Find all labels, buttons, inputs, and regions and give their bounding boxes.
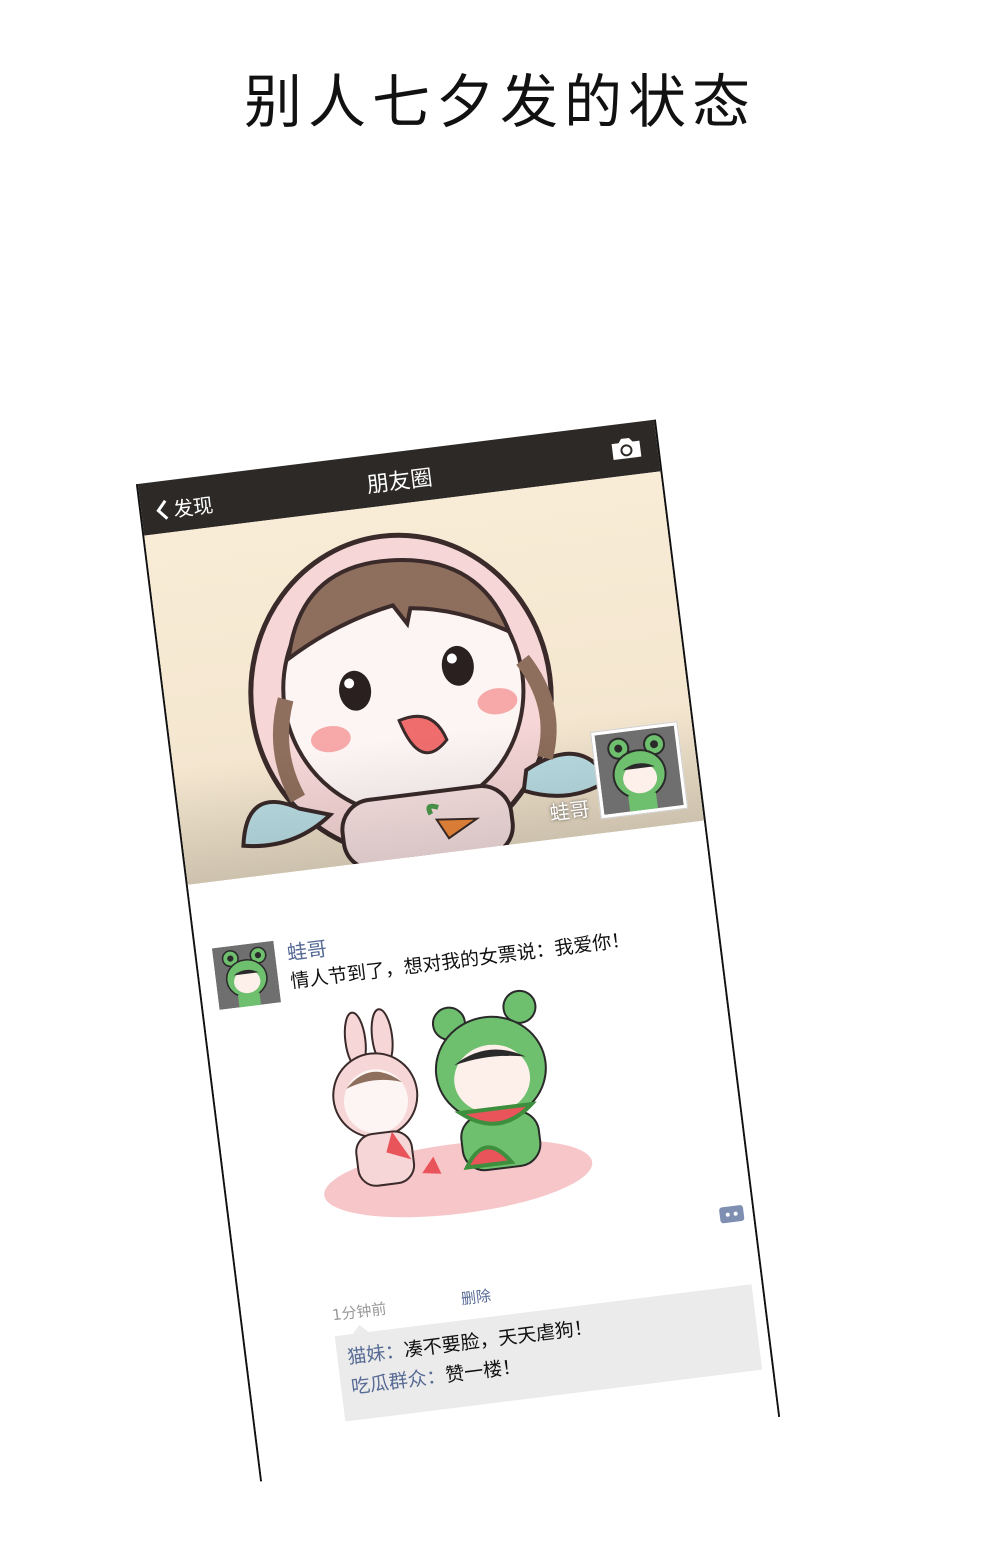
owner-name: 蛙哥 xyxy=(548,796,591,826)
cover-image[interactable]: 蛙哥 xyxy=(144,471,704,885)
comment-author[interactable]: 吃瓜群众： xyxy=(350,1365,447,1399)
moments-screen: 发现 朋友圈 蛙哥 蛙哥 情人节到了，想对我的女票说：我爱你！ 1分钟前 删除 … xyxy=(135,419,781,1482)
page-title: 别人七夕发的状态 xyxy=(243,68,756,136)
camera-icon[interactable] xyxy=(608,433,645,463)
post-avatar[interactable] xyxy=(211,940,282,1010)
post-time: 1分钟前 xyxy=(331,1299,388,1325)
post-text: 情人节到了，想对我的女票说：我爱你！ xyxy=(289,928,632,993)
couple-watermelon-illustration xyxy=(324,989,593,1218)
comment-text: 赞一楼！ xyxy=(444,1355,523,1387)
comment-more-button[interactable] xyxy=(718,1204,745,1224)
owner-avatar[interactable] xyxy=(590,721,689,820)
frog-avatar-icon xyxy=(594,725,684,815)
delete-link[interactable]: 删除 xyxy=(460,1285,492,1310)
moment-post: 蛙哥 情人节到了，想对我的女票说：我爱你！ 1分钟前 删除 猫妹：凑不要脸，天天… xyxy=(187,820,778,1481)
comment-author[interactable]: 猫妹： xyxy=(346,1340,405,1369)
comment-list: 猫妹：凑不要脸，天天虐狗！ 吃瓜群众：赞一楼！ xyxy=(334,1284,763,1422)
post-image[interactable] xyxy=(296,978,601,1231)
post-author[interactable]: 蛙哥 xyxy=(285,932,329,966)
frog-avatar-icon xyxy=(211,940,282,1010)
